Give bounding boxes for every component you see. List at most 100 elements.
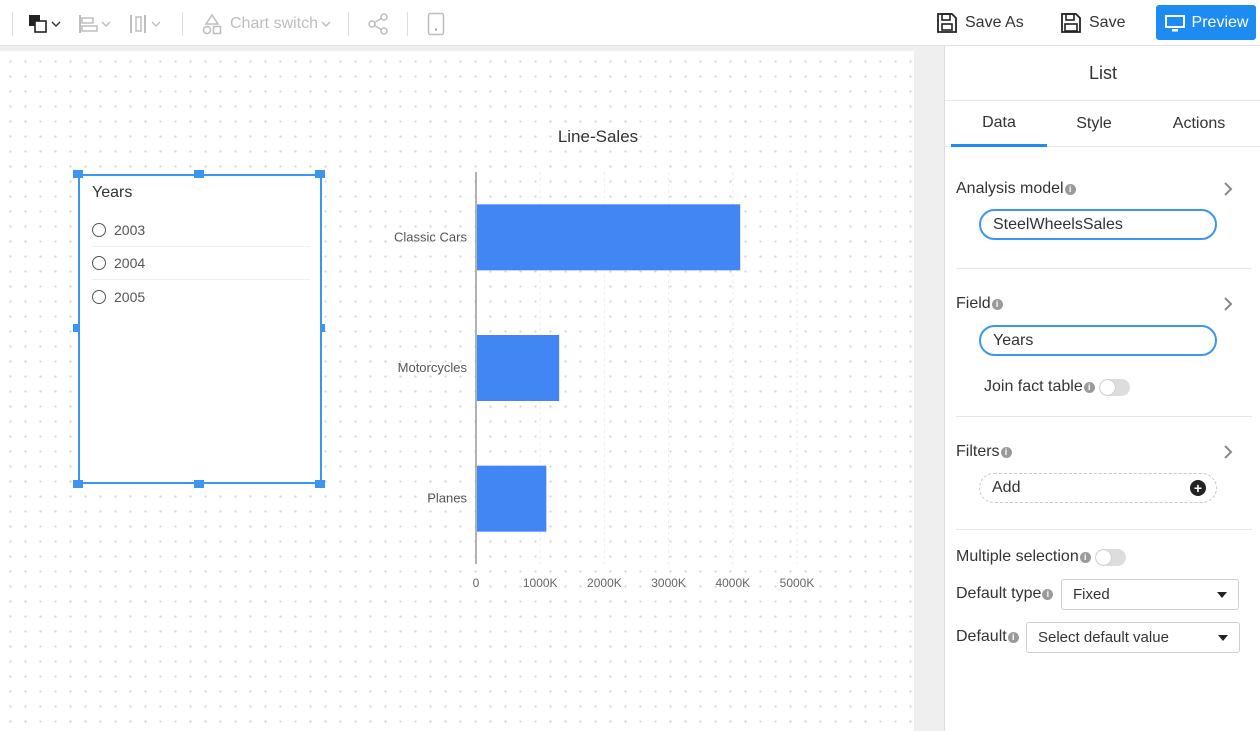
list-item[interactable]: 2005: [92, 280, 310, 313]
chevron-down-icon: [51, 21, 61, 27]
layer-order-dropdown[interactable]: [28, 10, 61, 38]
chevron-right-icon[interactable]: [1223, 297, 1233, 311]
resize-handle[interactable]: [194, 170, 204, 178]
category-label: Motorcycles: [398, 360, 468, 375]
field-selector[interactable]: Years: [979, 325, 1217, 356]
save-as-button[interactable]: Save As: [936, 8, 1024, 38]
bar: [477, 204, 741, 271]
info-icon[interactable]: i: [991, 298, 1003, 310]
default-value-select[interactable]: Select default value: [1026, 622, 1240, 653]
list-item[interactable]: 2004: [92, 247, 310, 280]
chart-switch-label: Chart switch: [230, 15, 319, 32]
category-label: Classic Cars: [394, 229, 467, 244]
distribute-icon: [130, 15, 146, 33]
chevron-right-icon[interactable]: [1223, 182, 1233, 196]
info-icon[interactable]: i: [1064, 183, 1076, 195]
chevron-right-icon[interactable]: [1223, 445, 1233, 459]
join-fact-table-row: Join fact table i: [984, 378, 1130, 396]
tab-style[interactable]: Style: [1047, 101, 1141, 147]
radio-button[interactable]: [92, 289, 106, 304]
divider: [956, 268, 1252, 269]
list-item-label: 2005: [114, 288, 146, 305]
save-as-icon: [937, 13, 957, 33]
resize-handle[interactable]: [73, 324, 78, 332]
mobile-icon: [427, 12, 445, 36]
save-label: Save: [1089, 14, 1126, 31]
info-icon[interactable]: i: [1042, 588, 1054, 600]
info-icon[interactable]: i: [1083, 381, 1095, 393]
toolbar: Chart switch Save As Save Preview: [0, 0, 1260, 46]
bar: [477, 465, 547, 532]
share-button[interactable]: [366, 10, 390, 38]
caret-down-icon: [1217, 592, 1227, 598]
chevron-down-icon: [101, 21, 111, 27]
x-tick-label: 5000K: [780, 576, 815, 590]
share-icon: [368, 13, 388, 35]
distribute-dropdown[interactable]: [128, 10, 161, 38]
align-dropdown[interactable]: [78, 10, 111, 38]
chevron-down-icon: [151, 21, 161, 27]
resize-handle[interactable]: [315, 480, 325, 488]
x-tick-label: 2000K: [587, 576, 622, 590]
panel-tabs: Data Style Actions: [945, 100, 1260, 147]
list-item-label: 2003: [114, 222, 146, 238]
filters-label: Filters i: [956, 443, 1012, 461]
field-label: Field i: [956, 295, 1003, 313]
chart-switch-icon: [202, 13, 222, 35]
chart-title: Line-Sales: [558, 127, 638, 146]
info-icon[interactable]: i: [1007, 631, 1019, 643]
join-fact-table-label: Join fact table: [984, 378, 1083, 395]
resize-handle[interactable]: [320, 324, 325, 332]
radio-button[interactable]: [92, 223, 106, 237]
list-item[interactable]: 2003: [92, 214, 310, 247]
resize-handle[interactable]: [194, 480, 204, 488]
radio-button[interactable]: [92, 256, 106, 270]
toolbar-divider: [348, 12, 349, 36]
toolbar-divider: [182, 12, 183, 36]
default-type-label: Default type i: [956, 585, 1054, 603]
panel-title: List: [1088, 63, 1117, 83]
layers-icon: [29, 15, 47, 33]
bar-chart[interactable]: Line-Sales 0 1000K 2000K 3000K 4000K 5000K Clas…: [360, 120, 820, 600]
add-label: Add: [992, 479, 1021, 496]
x-tick-label: 0: [473, 576, 480, 590]
tab-data[interactable]: Data: [951, 101, 1047, 147]
analysis-model-selector[interactable]: SteelWheelsSales: [979, 209, 1217, 240]
analysis-model-value: SteelWheelsSales: [993, 215, 1123, 233]
multiple-selection-toggle[interactable]: [1094, 548, 1126, 566]
resize-handle[interactable]: [73, 170, 83, 178]
add-filter-button[interactable]: Add +: [979, 473, 1217, 503]
monitor-icon: [1164, 14, 1185, 31]
x-tick-label: 1000K: [523, 576, 558, 590]
info-icon[interactable]: i: [1079, 551, 1091, 563]
resize-handle[interactable]: [73, 480, 83, 488]
chevron-down-icon: [321, 21, 331, 27]
caret-down-icon: [1218, 635, 1228, 641]
info-icon[interactable]: i: [1000, 446, 1012, 458]
toolbar-divider: [12, 12, 13, 36]
default-type-label-text: Default type: [956, 585, 1042, 602]
resize-handle[interactable]: [315, 170, 325, 178]
analysis-model-label: Analysis model i: [956, 180, 1076, 198]
add-icon: +: [1190, 480, 1206, 496]
preview-button[interactable]: Preview: [1156, 5, 1256, 40]
save-button[interactable]: Save: [1060, 8, 1125, 38]
bar: [477, 335, 560, 401]
tab-actions[interactable]: Actions: [1151, 101, 1247, 147]
chart-switch-button[interactable]: Chart switch: [202, 10, 331, 38]
multiple-selection-row: Multiple selection i: [956, 548, 1126, 566]
list-widget[interactable]: Years 2003 2004 2005: [78, 174, 322, 484]
field-value: Years: [993, 331, 1034, 349]
list-item-label: 2004: [114, 255, 146, 271]
default-value-placeholder: Select default value: [1038, 629, 1169, 646]
default-type-select[interactable]: Fixed: [1061, 579, 1239, 610]
toolbar-divider: [407, 12, 408, 36]
default-label-text: Default: [956, 628, 1007, 645]
align-left-icon: [79, 15, 98, 33]
default-label: Default i: [956, 628, 1019, 646]
x-tick-label: 4000K: [715, 576, 750, 590]
join-fact-table-toggle[interactable]: [1098, 378, 1130, 396]
x-tick-label: 3000K: [651, 576, 686, 590]
field-label-text: Field: [956, 295, 991, 312]
mobile-view-button[interactable]: [427, 10, 445, 38]
